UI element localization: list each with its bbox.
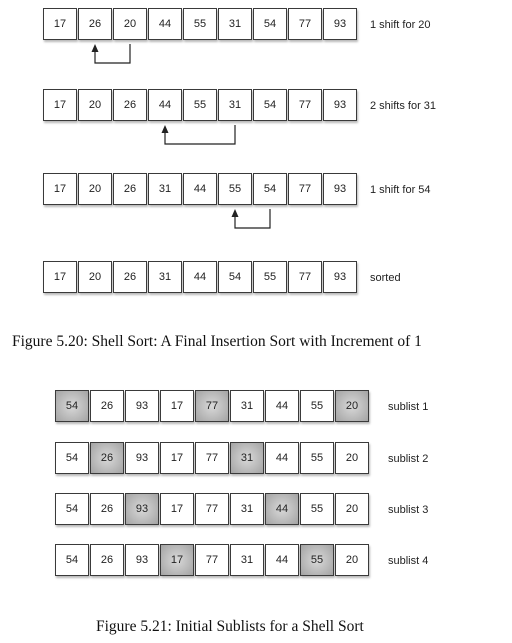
- array-row: 54 26 93 17 77 31 44 55 20: [55, 390, 370, 424]
- array-cell: 55: [300, 442, 334, 474]
- array-cell: 17: [160, 493, 194, 525]
- array-cell: 55: [300, 544, 334, 576]
- array-cell: 20: [335, 390, 369, 422]
- array-cell: 17: [160, 390, 194, 422]
- array-row: 54 26 93 17 77 31 44 55 20: [55, 442, 370, 476]
- array-cell: 20: [335, 544, 369, 576]
- array-cell: 26: [90, 442, 124, 474]
- array-cell: 26: [90, 390, 124, 422]
- array-cell: 54: [55, 442, 89, 474]
- row-note: sublist 3: [388, 504, 429, 516]
- figure-5-21-caption: Figure 5.21: Initial Sublists for a Shel…: [96, 618, 364, 635]
- array-cell: 17: [160, 442, 194, 474]
- array-cell: 44: [265, 390, 299, 422]
- array-cell: 44: [265, 442, 299, 474]
- array-cell: 54: [55, 390, 89, 422]
- array-cell: 17: [160, 544, 194, 576]
- array-cell: 54: [55, 544, 89, 576]
- array-row: 54 26 93 17 77 31 44 55 20: [55, 544, 370, 578]
- array-cell: 77: [195, 493, 229, 525]
- array-cell: 54: [55, 493, 89, 525]
- array-cell: 31: [230, 390, 264, 422]
- array-cell: 93: [125, 493, 159, 525]
- array-cell: 77: [195, 442, 229, 474]
- array-cell: 55: [300, 493, 334, 525]
- figure-5-20-caption: Figure 5.20: Shell Sort: A Final Inserti…: [12, 333, 422, 350]
- row-note: sublist 2: [388, 453, 429, 465]
- array-cell: 77: [195, 544, 229, 576]
- array-cell: 55: [300, 390, 334, 422]
- array-cell: 31: [230, 544, 264, 576]
- array-cell: 31: [230, 442, 264, 474]
- array-cell: 20: [335, 442, 369, 474]
- array-cell: 93: [125, 442, 159, 474]
- array-cell: 44: [265, 544, 299, 576]
- array-row: 54 26 93 17 77 31 44 55 20: [55, 493, 370, 527]
- array-cell: 20: [335, 493, 369, 525]
- row-note: sublist 1: [388, 401, 429, 413]
- array-cell: 26: [90, 544, 124, 576]
- array-cell: 77: [195, 390, 229, 422]
- array-cell: 93: [125, 390, 159, 422]
- array-cell: 31: [230, 493, 264, 525]
- row-note: sublist 4: [388, 555, 429, 567]
- array-cell: 44: [265, 493, 299, 525]
- array-cell: 93: [125, 544, 159, 576]
- array-cell: 26: [90, 493, 124, 525]
